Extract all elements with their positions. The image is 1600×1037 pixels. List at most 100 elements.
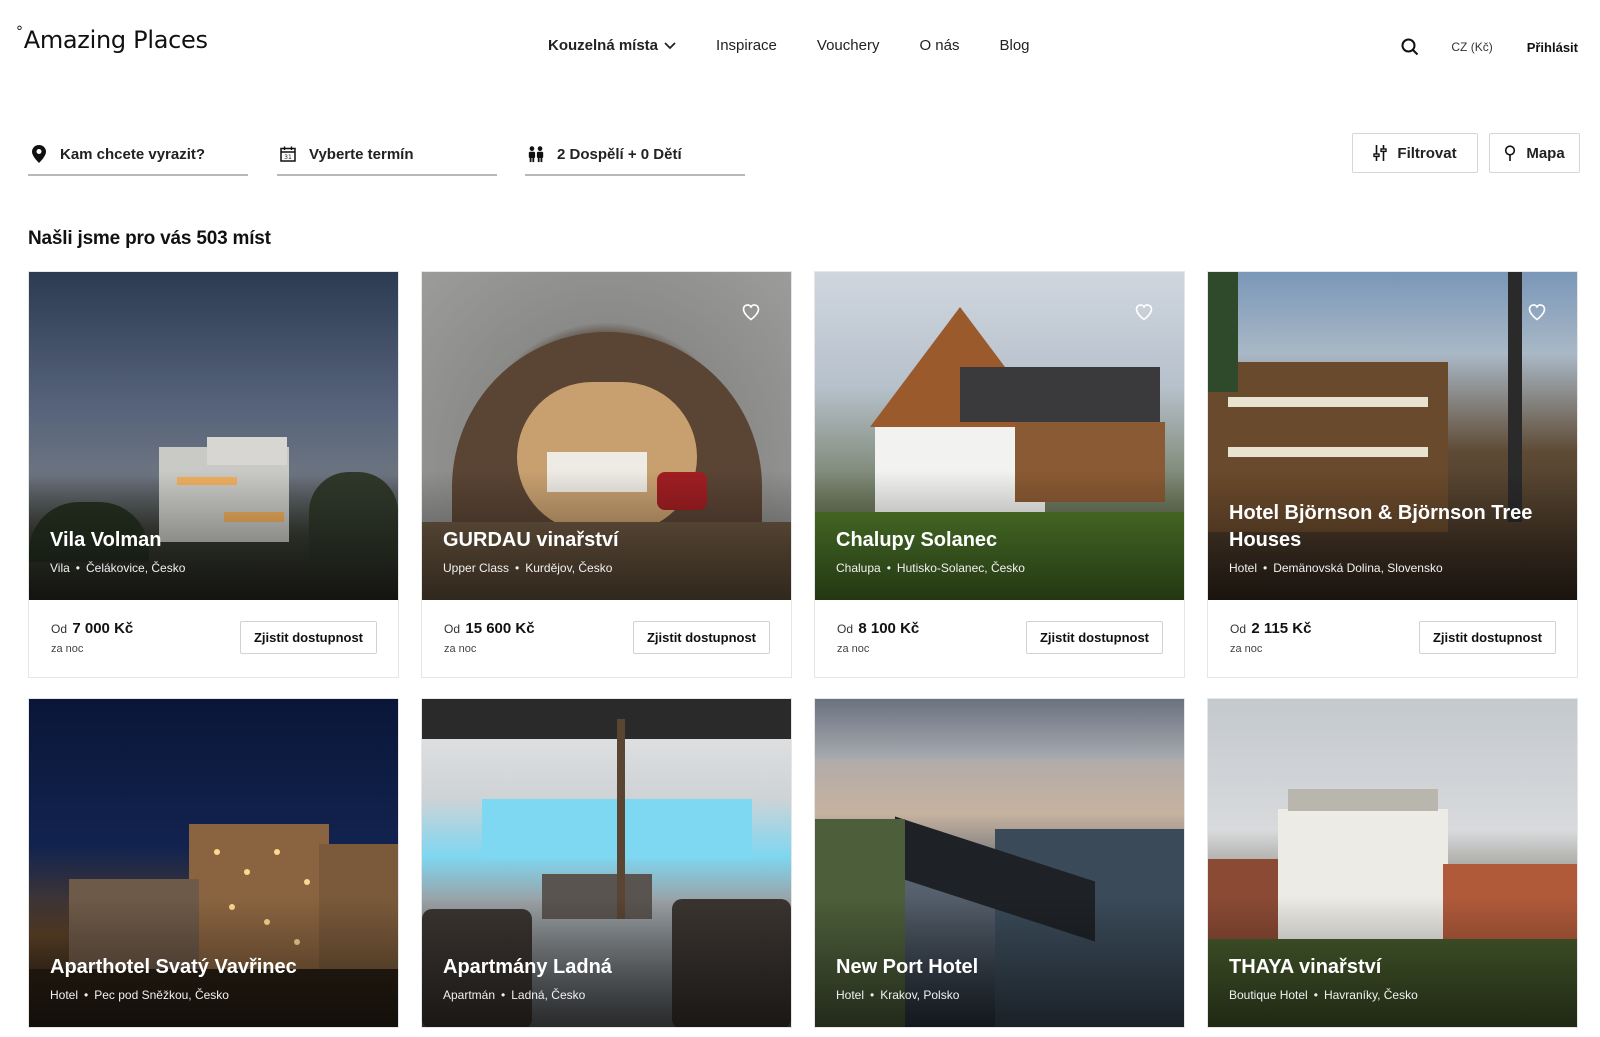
price-prefix: Od	[51, 622, 68, 636]
listing-title: New Port Hotel	[836, 956, 979, 978]
listing-photo[interactable]: Aparthotel Svatý Vavřinec Hotel • Pec pod …	[29, 699, 398, 1027]
per-night-label: za noc	[1230, 643, 1263, 655]
listing-title: Aparthotel Svatý Vavřinec	[50, 956, 297, 978]
listing-price: Od 15 600 Kč	[444, 620, 535, 637]
price-prefix: Od	[1230, 622, 1247, 636]
listing-location: Čelákovice, Česko	[86, 561, 186, 575]
map-button[interactable]: Mapa	[1489, 133, 1580, 173]
chevron-down-icon	[664, 37, 676, 54]
people-icon	[527, 145, 545, 163]
listing-footer: Od 2 115 Kč za noc Zjistit dostupnost	[1208, 600, 1577, 677]
listing-photo[interactable]: New Port Hotel Hotel • Krakov, Polsko	[815, 699, 1184, 1027]
listing-type: Chalupa	[836, 561, 881, 575]
price-prefix: Od	[444, 622, 461, 636]
separator-dot: •	[501, 988, 506, 1002]
price-value: 15 600 Kč	[465, 620, 535, 637]
main-nav: Kouzelná místa Inspirace Vouchery O nás …	[548, 37, 1070, 54]
listing-price: Od 2 115 Kč	[1230, 620, 1311, 637]
price-value: 7 000 Kč	[72, 620, 134, 637]
date-field[interactable]: 31 Vyberte termín	[277, 134, 497, 176]
listing-type: Upper Class	[443, 561, 510, 575]
listing-location: Ladná, Česko	[511, 988, 586, 1002]
header-actions: CZ (Kč) Přihlásit	[1399, 36, 1578, 58]
listing-footer: Od 15 600 Kč za noc Zjistit dostupnost	[422, 600, 791, 677]
calendar-icon: 31	[279, 145, 297, 163]
check-availability-button[interactable]: Zjistit dostupnost	[1026, 621, 1163, 654]
separator-dot: •	[515, 561, 520, 575]
listing-location: Krakov, Polsko	[880, 988, 960, 1002]
listing-meta: Hotel • Pec pod Sněžkou, Česko	[50, 988, 229, 1002]
listing-location: Kurdějov, Česko	[525, 561, 613, 575]
nav-item-kouzelna-mista[interactable]: Kouzelná místa	[548, 37, 676, 54]
check-availability-button[interactable]: Zjistit dostupnost	[240, 621, 377, 654]
listing-title: Vila Volman	[50, 529, 162, 551]
guests-value: 2 Dospělí + 0 Dětí	[557, 145, 682, 163]
listing-location: Hutisko-Solanec, Česko	[896, 561, 1025, 575]
listing-photo[interactable]: Vila Volman Vila • Čelákovice, Česko	[29, 272, 398, 600]
listing-type: Hotel	[836, 988, 865, 1002]
nav-item-inspirace[interactable]: Inspirace	[716, 37, 777, 54]
date-placeholder: Vyberte termín	[309, 145, 414, 163]
price-value: 2 115 Kč	[1251, 620, 1312, 637]
listing-card[interactable]: Aparthotel Svatý Vavřinec Hotel • Pec pod …	[28, 698, 399, 1028]
listing-card[interactable]: Vila Volman Vila • Čelákovice, Česko Od 7 …	[28, 271, 399, 678]
login-link[interactable]: Přihlásit	[1527, 40, 1578, 55]
listing-title: GURDAU vinařství	[443, 529, 619, 551]
listing-card[interactable]: Apartmány Ladná Apartmán • Ladná, Česko	[421, 698, 792, 1028]
listing-meta: Hotel • Demänovská Dolina, Slovensko	[1229, 561, 1443, 575]
map-label: Mapa	[1526, 144, 1565, 162]
listing-location: Pec pod Sněžkou, Česko	[94, 988, 229, 1002]
destination-field[interactable]: Kam chcete vyrazit?	[28, 134, 248, 176]
separator-dot: •	[870, 988, 875, 1002]
logo-text: Amazing Places	[23, 26, 208, 54]
separator-dot: •	[84, 988, 89, 1002]
listing-title: Chalupy Solanec	[836, 529, 998, 551]
listing-meta: Apartmán • Ladná, Česko	[443, 988, 585, 1002]
destination-placeholder: Kam chcete vyrazit?	[60, 145, 206, 163]
listing-type: Boutique Hotel	[1229, 988, 1308, 1002]
listing-photo[interactable]: Hotel Björnson & Björnson Tree Houses Ho…	[1208, 272, 1577, 600]
heart-icon[interactable]	[1134, 302, 1154, 322]
listing-meta: Upper Class • Kurdějov, Česko	[443, 561, 612, 575]
listing-title: Apartmány Ladná	[443, 956, 612, 978]
heart-icon[interactable]	[1527, 302, 1547, 322]
check-availability-button[interactable]: Zjistit dostupnost	[633, 621, 770, 654]
listing-meta: Boutique Hotel • Havraníky, Česko	[1229, 988, 1418, 1002]
listing-card[interactable]: GURDAU vinařství Upper Class • Kurdějov, Č…	[421, 271, 792, 678]
listing-type: Hotel	[50, 988, 79, 1002]
listing-meta: Chalupa • Hutisko-Solanec, Česko	[836, 561, 1025, 575]
filter-label: Filtrovat	[1397, 144, 1457, 162]
listing-card[interactable]: New Port Hotel Hotel • Krakov, Polsko	[814, 698, 1185, 1028]
filter-sliders-icon	[1373, 145, 1388, 161]
svg-text:31: 31	[284, 154, 292, 161]
listing-photo[interactable]: Chalupy Solanec Chalupa • Hutisko-Solanec,…	[815, 272, 1184, 600]
nav-label: Blog	[999, 37, 1030, 54]
listing-card[interactable]: Hotel Björnson & Björnson Tree Houses Ho…	[1207, 271, 1578, 678]
nav-item-vouchery[interactable]: Vouchery	[817, 37, 880, 54]
language-currency-selector[interactable]: CZ (Kč)	[1451, 40, 1492, 54]
listing-title: THAYA vinařství	[1229, 956, 1382, 978]
nav-item-blog[interactable]: Blog	[999, 37, 1029, 54]
listing-card[interactable]: Chalupy Solanec Chalupa • Hutisko-Solanec,…	[814, 271, 1185, 678]
separator-dot: •	[1263, 561, 1268, 575]
filter-button[interactable]: Filtrovat	[1352, 133, 1478, 173]
nav-label: Inspirace	[716, 37, 777, 54]
listing-card[interactable]: THAYA vinařství Boutique Hotel • Havraníky…	[1207, 698, 1578, 1028]
per-night-label: za noc	[51, 643, 84, 655]
per-night-label: za noc	[444, 643, 477, 655]
listing-photo[interactable]: GURDAU vinařství Upper Class • Kurdějov, Č…	[422, 272, 791, 600]
site-logo[interactable]: °Amazing Places	[16, 24, 208, 54]
guests-field[interactable]: 2 Dospělí + 0 Dětí	[525, 134, 745, 176]
map-pin-icon	[1504, 145, 1516, 161]
per-night-label: za noc	[837, 643, 870, 655]
search-icon[interactable]	[1399, 36, 1421, 58]
nav-item-o-nas[interactable]: O nás	[919, 37, 959, 54]
listing-type: Apartmán	[443, 988, 496, 1002]
results-heading: Našli jsme pro vás 503 míst	[28, 228, 271, 249]
listing-footer: Od 8 100 Kč za noc Zjistit dostupnost	[815, 600, 1184, 677]
check-availability-button[interactable]: Zjistit dostupnost	[1419, 621, 1556, 654]
separator-dot: •	[75, 561, 80, 575]
listing-photo[interactable]: Apartmány Ladná Apartmán • Ladná, Česko	[422, 699, 791, 1027]
heart-icon[interactable]	[741, 302, 761, 322]
listing-photo[interactable]: THAYA vinařství Boutique Hotel • Havraníky…	[1208, 699, 1577, 1027]
